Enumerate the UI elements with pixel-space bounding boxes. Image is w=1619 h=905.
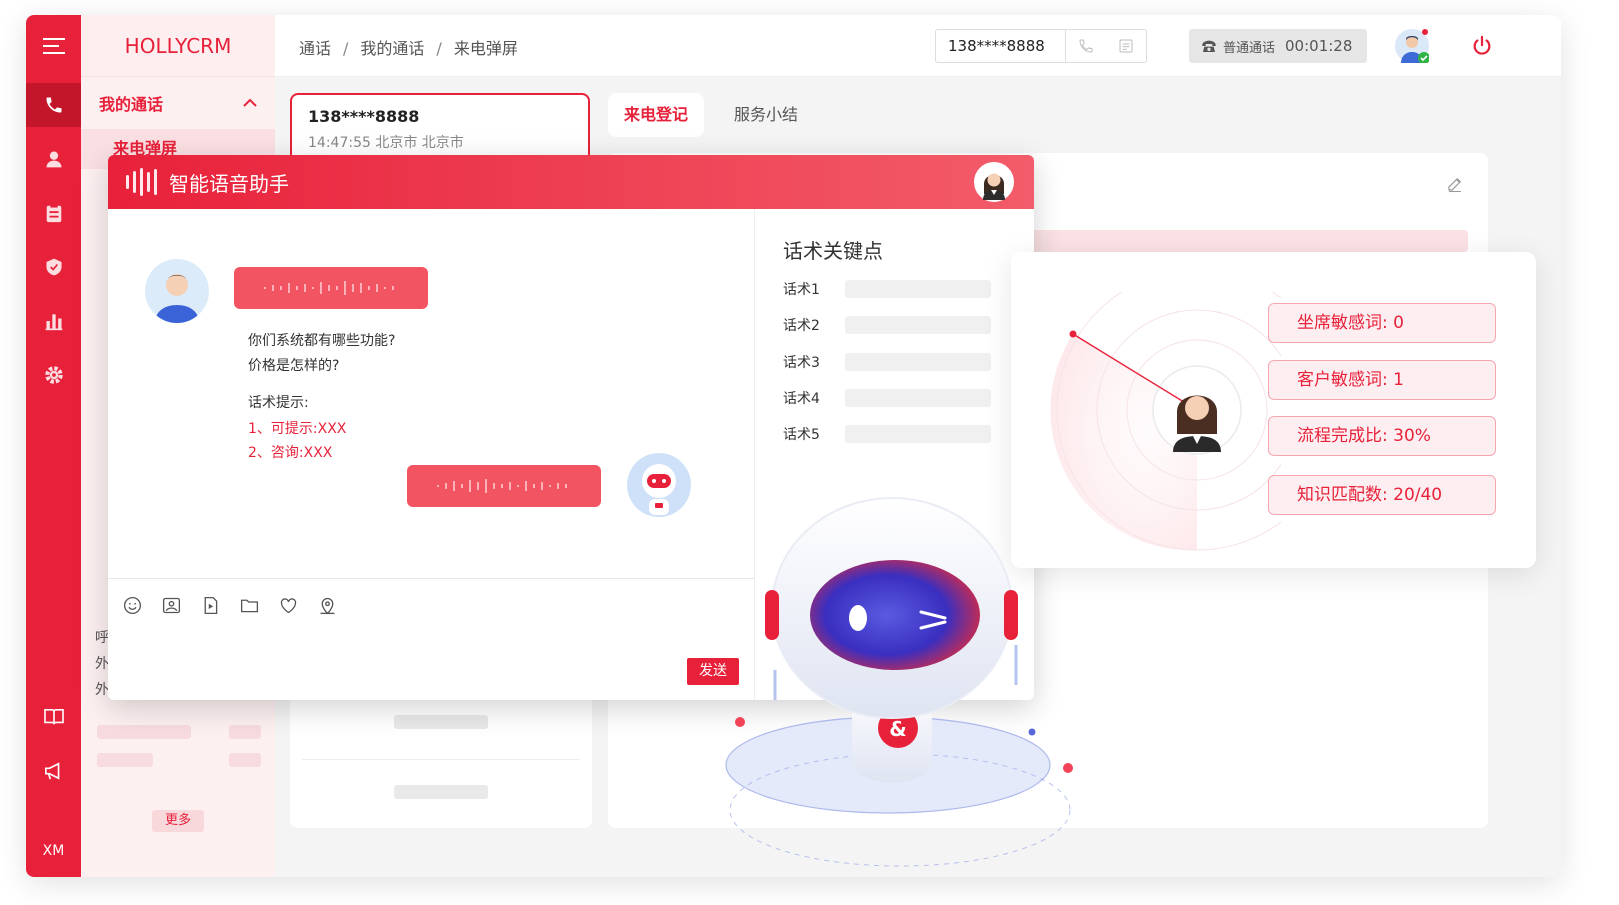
customer-sensitive-words-stat: 客户敏感词: 1	[1268, 360, 1496, 400]
keypoint-row: 话术1	[783, 279, 991, 299]
knowledge-match-stat: 知识匹配数: 20/40	[1268, 475, 1496, 515]
clipboard-icon[interactable]	[26, 191, 81, 235]
dial-input[interactable]: 138****8888	[936, 30, 1066, 62]
input-toolbar	[122, 595, 338, 616]
folder-icon[interactable]	[239, 595, 260, 616]
more-button[interactable]: 更多	[152, 810, 204, 832]
chevron-up-icon	[243, 98, 257, 107]
customer-voice-bubble[interactable]	[234, 267, 428, 309]
placeholder-bar	[97, 725, 191, 739]
breadcrumb-item[interactable]: 我的通话	[360, 39, 424, 58]
placeholder-bar	[97, 753, 153, 767]
top-header: 通话 / 我的通话 / 来电弹屏 138****8888 普通通话 00:01:28	[275, 15, 1561, 77]
customer-avatar	[145, 259, 209, 323]
phone-icon[interactable]	[26, 83, 81, 127]
megaphone-icon[interactable]	[26, 749, 81, 793]
breadcrumb-item[interactable]: 通话	[299, 39, 331, 58]
voice-waveform-icon	[264, 281, 394, 295]
sidebar-partial-item: 外	[95, 656, 109, 672]
monitoring-stats-card: 坐席敏感词: 0 客户敏感词: 1 流程完成比: 30% 知识匹配数: 20/4…	[1011, 252, 1536, 568]
book-icon[interactable]	[26, 695, 81, 739]
icon-rail: XM	[26, 15, 81, 877]
robot-avatar	[627, 453, 691, 517]
call-type: 普通通话	[1223, 40, 1276, 56]
flow-completion-stat: 流程完成比: 30%	[1268, 416, 1496, 456]
dial-phone-icon[interactable]	[1066, 38, 1106, 54]
voice-waveform-icon	[437, 479, 567, 493]
agent-voice-bubble[interactable]	[407, 465, 601, 507]
shield-icon[interactable]	[26, 245, 81, 289]
highlight-strip	[1031, 230, 1468, 252]
keypoint-row: 话术2	[783, 315, 991, 335]
placeholder-bar	[394, 785, 488, 799]
assistant-avatar	[974, 162, 1014, 202]
transfer-icon[interactable]	[1106, 38, 1146, 54]
assistant-header: 智能语音助手	[108, 155, 1034, 209]
chat-divider	[108, 578, 754, 579]
keypoint-row: 话术4	[783, 388, 991, 408]
gear-icon[interactable]	[26, 353, 81, 397]
emoji-icon[interactable]	[122, 595, 143, 616]
sidebar-partial-item: 呼	[95, 630, 109, 646]
user-icon[interactable]	[26, 137, 81, 181]
caller-number: 138****8888	[308, 107, 420, 126]
power-icon[interactable]	[1471, 35, 1493, 57]
bar-chart-icon[interactable]	[26, 299, 81, 343]
keypoint-row: 话术5	[783, 424, 991, 444]
telephone-icon	[1202, 40, 1216, 52]
location-icon[interactable]	[317, 595, 338, 616]
heart-icon[interactable]	[278, 595, 299, 616]
hint-item-2: 2、咨询:XXX	[248, 445, 333, 461]
placeholder-bar	[394, 715, 488, 729]
edit-icon[interactable]	[1446, 175, 1464, 193]
agent-avatar[interactable]	[1395, 29, 1430, 64]
hint-title: 话术提示:	[248, 395, 309, 411]
robot-mascot-illustration: &	[725, 497, 1073, 867]
call-timer: 00:01:28	[1285, 37, 1353, 55]
left-panel	[290, 695, 592, 828]
tab-call-registration[interactable]: 来电登记	[608, 93, 705, 137]
breadcrumb-item: 来电弹屏	[453, 39, 518, 58]
brand-logo: HOLLYCRM	[81, 15, 275, 77]
video-icon[interactable]	[200, 595, 221, 616]
dial-input-group: 138****8888	[935, 29, 1147, 63]
customer-message-2: 价格是怎样的?	[248, 358, 340, 374]
placeholder-bar	[229, 753, 261, 767]
customer-message-1: 你们系统都有哪些功能?	[248, 333, 396, 349]
hint-item-1: 1、可提示:XXX	[248, 421, 347, 437]
keypoints-title: 话术关键点	[783, 239, 883, 263]
chat-area: 你们系统都有哪些功能? 价格是怎样的? 话术提示: 1、可提示:XXX 2、咨询…	[108, 209, 754, 579]
menu-icon[interactable]	[26, 24, 81, 68]
caller-meta: 14:47:55 北京市 北京市	[308, 135, 464, 151]
call-status: 普通通话 00:01:28	[1189, 29, 1367, 63]
agent-sensitive-words-stat: 坐席敏感词: 0	[1268, 303, 1496, 343]
sidebar-partial-item: 外	[95, 682, 109, 698]
tab-service-summary[interactable]: 服务小结	[718, 93, 814, 137]
breadcrumb: 通话 / 我的通话 / 来电弹屏	[299, 39, 518, 58]
image-icon[interactable]	[161, 595, 182, 616]
divider	[302, 759, 580, 760]
assistant-title: 智能语音助手	[169, 171, 289, 196]
keypoint-row: 话术3	[783, 352, 991, 372]
user-initials[interactable]: XM	[26, 843, 81, 859]
placeholder-bar	[229, 725, 261, 739]
sidebar-group-my-calls[interactable]: 我的通话	[81, 77, 275, 129]
svg-text:&: &	[889, 717, 906, 741]
voice-wave-icon	[126, 168, 157, 196]
sidebar-group-label: 我的通话	[99, 95, 164, 114]
